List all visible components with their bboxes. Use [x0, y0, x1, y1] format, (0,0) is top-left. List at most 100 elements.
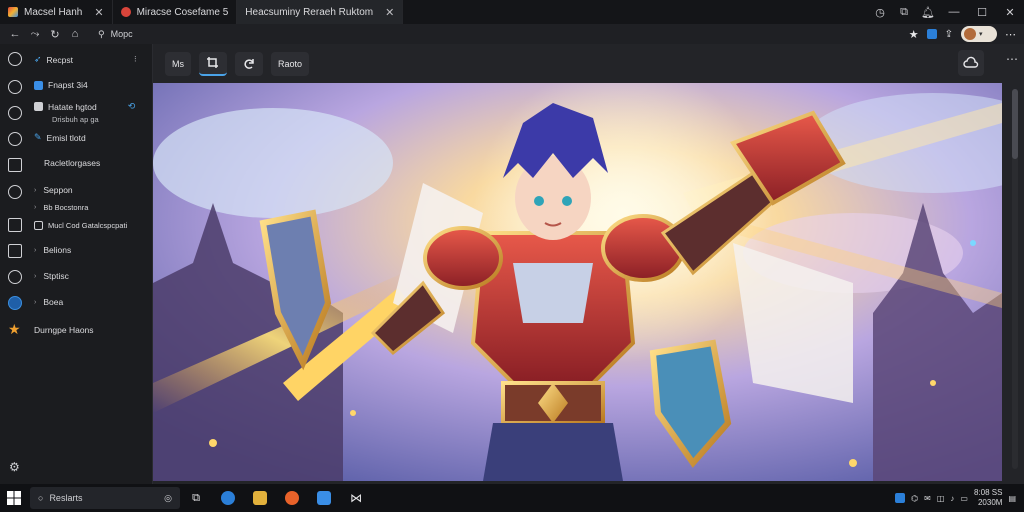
sidebar-subitem[interactable]: Drisbuh ap ga [52, 115, 99, 124]
scrollbar-thumb[interactable] [1012, 89, 1018, 159]
home-icon[interactable]: ⌂ [68, 28, 82, 40]
menu-dots-icon[interactable]: ⋯ [1005, 28, 1016, 41]
more-options-icon[interactable]: ⋯ [1006, 52, 1018, 66]
sidebar: ★ ⚙ ➶ Recpst ⁝ Fnapst 3i4 Hatate hgtod ⟲… [0, 44, 153, 484]
chevron-right-icon: › [34, 186, 37, 194]
sidebar-item-racletlorgases[interactable]: Racletlorgases [44, 158, 100, 168]
close-tab-icon[interactable]: ✕ [94, 6, 103, 19]
chevron-right-icon: › [34, 204, 37, 211]
history-icon[interactable] [8, 80, 22, 94]
firefox-app[interactable] [276, 484, 308, 512]
battery-icon[interactable]: ▭ [960, 494, 968, 503]
star-icon[interactable]: ★ [8, 321, 21, 338]
volume-icon[interactable]: ♪ [950, 494, 954, 503]
rotate-icon [244, 58, 254, 69]
sidebar-item-mucl[interactable]: Mucl Cod Gatalcspcpati [34, 221, 127, 230]
chevron-down-icon: ▾ [979, 31, 983, 38]
avatar [964, 28, 976, 40]
clock[interactable]: 8:08 SS 2030M [974, 488, 1002, 508]
settings-accessibility-icon[interactable]: ⚙ [9, 460, 20, 474]
close-tab-icon[interactable]: ✕ [385, 6, 394, 19]
close-window-button[interactable]: ✕ [996, 6, 1024, 19]
tab-2[interactable]: Miracse Cosefame 5 [113, 0, 238, 24]
minimize-button[interactable]: — [940, 6, 968, 18]
main-panel: Ms Raoto ⋯ [153, 44, 1024, 484]
notification-icon[interactable]: ◫ [937, 494, 945, 503]
url-field[interactable]: ⚲ Mopc [98, 26, 903, 42]
sidebar-item-durngpe[interactable]: Durngpe Haons [34, 325, 94, 335]
sidebar-item-hatate[interactable]: Hatate hgtod ⟲ [34, 101, 135, 112]
clock-date: 2030M [977, 498, 1003, 507]
favorite-star-icon[interactable]: ★ [909, 28, 919, 41]
profile-button[interactable]: ▾ [961, 26, 997, 42]
image-toolbar: Ms Raoto [153, 44, 1024, 83]
sidebar-item-stptisc[interactable]: › Stptisc [34, 271, 69, 281]
search-highlight-icon: ◎ [164, 492, 172, 503]
tab-bar: Macsel Hanh ✕ Miracse Cosefame 5 Heacsum… [0, 0, 1024, 24]
crop-tool-button[interactable] [199, 51, 227, 76]
document-icon[interactable] [8, 218, 22, 232]
vs-app[interactable]: ⋈ [340, 484, 372, 512]
vertical-scrollbar[interactable] [1012, 89, 1018, 469]
file-explorer-app[interactable] [244, 484, 276, 512]
task-view-icon: ⧉ [192, 491, 200, 504]
chevron-right-icon: › [34, 298, 37, 306]
bookmark-icon: ➶ [34, 54, 42, 64]
cloud-sync-button[interactable] [958, 50, 984, 76]
window-controls: ◷ ⧉ 🔔︎ — ☐ ✕ [868, 0, 1024, 24]
desktop: Macsel Hanh ✕ Miracse Cosefame 5 Heacsum… [0, 0, 1024, 512]
square-icon[interactable] [8, 158, 22, 172]
edge-app[interactable] [212, 484, 244, 512]
bell-icon[interactable]: 🔔︎ [916, 6, 940, 19]
sidebar-item-boea[interactable]: › Boea [34, 297, 63, 307]
sidebar-item-emisl[interactable]: ✎ Emisl tlotd [34, 132, 86, 143]
sidebar-item-recpst[interactable]: ➶ Recpst ⁝ [34, 54, 137, 65]
history-icon[interactable]: ◷ [868, 6, 892, 19]
message-icon[interactable] [8, 270, 22, 284]
sidebar-item-belions[interactable]: › Belions [34, 245, 71, 255]
folder-icon [253, 491, 267, 505]
image-icon [34, 80, 43, 90]
clock-time: 8:08 SS [973, 488, 1003, 497]
compass-icon[interactable] [8, 132, 22, 146]
refresh-icon[interactable]: ↻ [48, 28, 62, 41]
action-center-icon[interactable]: ▤ [1008, 494, 1016, 503]
tray-app-icon[interactable] [895, 493, 906, 503]
toolbar-button-ms[interactable]: Ms [165, 51, 191, 76]
forward-icon[interactable]: ⤳ [28, 28, 42, 41]
tab-1[interactable]: Macsel Hanh ✕ [0, 0, 113, 24]
extension-icon[interactable] [926, 29, 937, 39]
sidebar-item-fnapst[interactable]: Fnapst 3i4 [34, 80, 88, 90]
list-icon[interactable] [8, 244, 22, 258]
more-icon[interactable]: ⁝ [134, 54, 137, 65]
chevron-right-icon: › [34, 272, 37, 280]
task-view-button[interactable]: ⧉ [180, 484, 212, 512]
chat-bubble-icon[interactable] [8, 106, 22, 120]
sync-icon[interactable]: ⟲ [128, 101, 136, 112]
url-text: Mopc [110, 29, 133, 39]
store-app[interactable] [308, 484, 340, 512]
network-icon[interactable]: ⌬ [911, 494, 918, 503]
start-button[interactable] [0, 484, 28, 512]
sidebar-item-seppon[interactable]: › Seppon [34, 185, 73, 195]
chevron-right-icon: › [34, 246, 37, 254]
taskbar-search[interactable]: ○ Reslarts ◎ [30, 487, 180, 509]
collections-icon[interactable]: ⧉ [892, 6, 916, 19]
sidebar-item-bocstonra[interactable]: › Bb Bocstonra [34, 203, 88, 212]
globe-icon[interactable] [8, 296, 22, 310]
maximize-button[interactable]: ☐ [968, 6, 996, 19]
tab-3-active[interactable]: Heacsuminy Reraeh Ruktom ✕ [237, 0, 404, 24]
tag-icon[interactable] [8, 185, 22, 199]
edge-icon [221, 491, 235, 505]
rotate-button[interactable] [235, 51, 263, 76]
site-favicon-icon [120, 7, 131, 17]
toolbar-button-raoto[interactable]: Raoto [271, 51, 310, 76]
chat-icon[interactable]: ✉ [924, 494, 931, 503]
clock-icon[interactable] [8, 52, 22, 66]
share-icon[interactable]: ⇪ [945, 29, 953, 40]
crop-icon [207, 56, 218, 68]
app-logo-icon [8, 7, 18, 17]
code-icon: ⋈ [350, 491, 362, 505]
system-tray: ⌬ ✉ ◫ ♪ ▭ 8:08 SS 2030M ▤ [895, 488, 1024, 508]
back-icon[interactable]: ← [8, 28, 22, 40]
